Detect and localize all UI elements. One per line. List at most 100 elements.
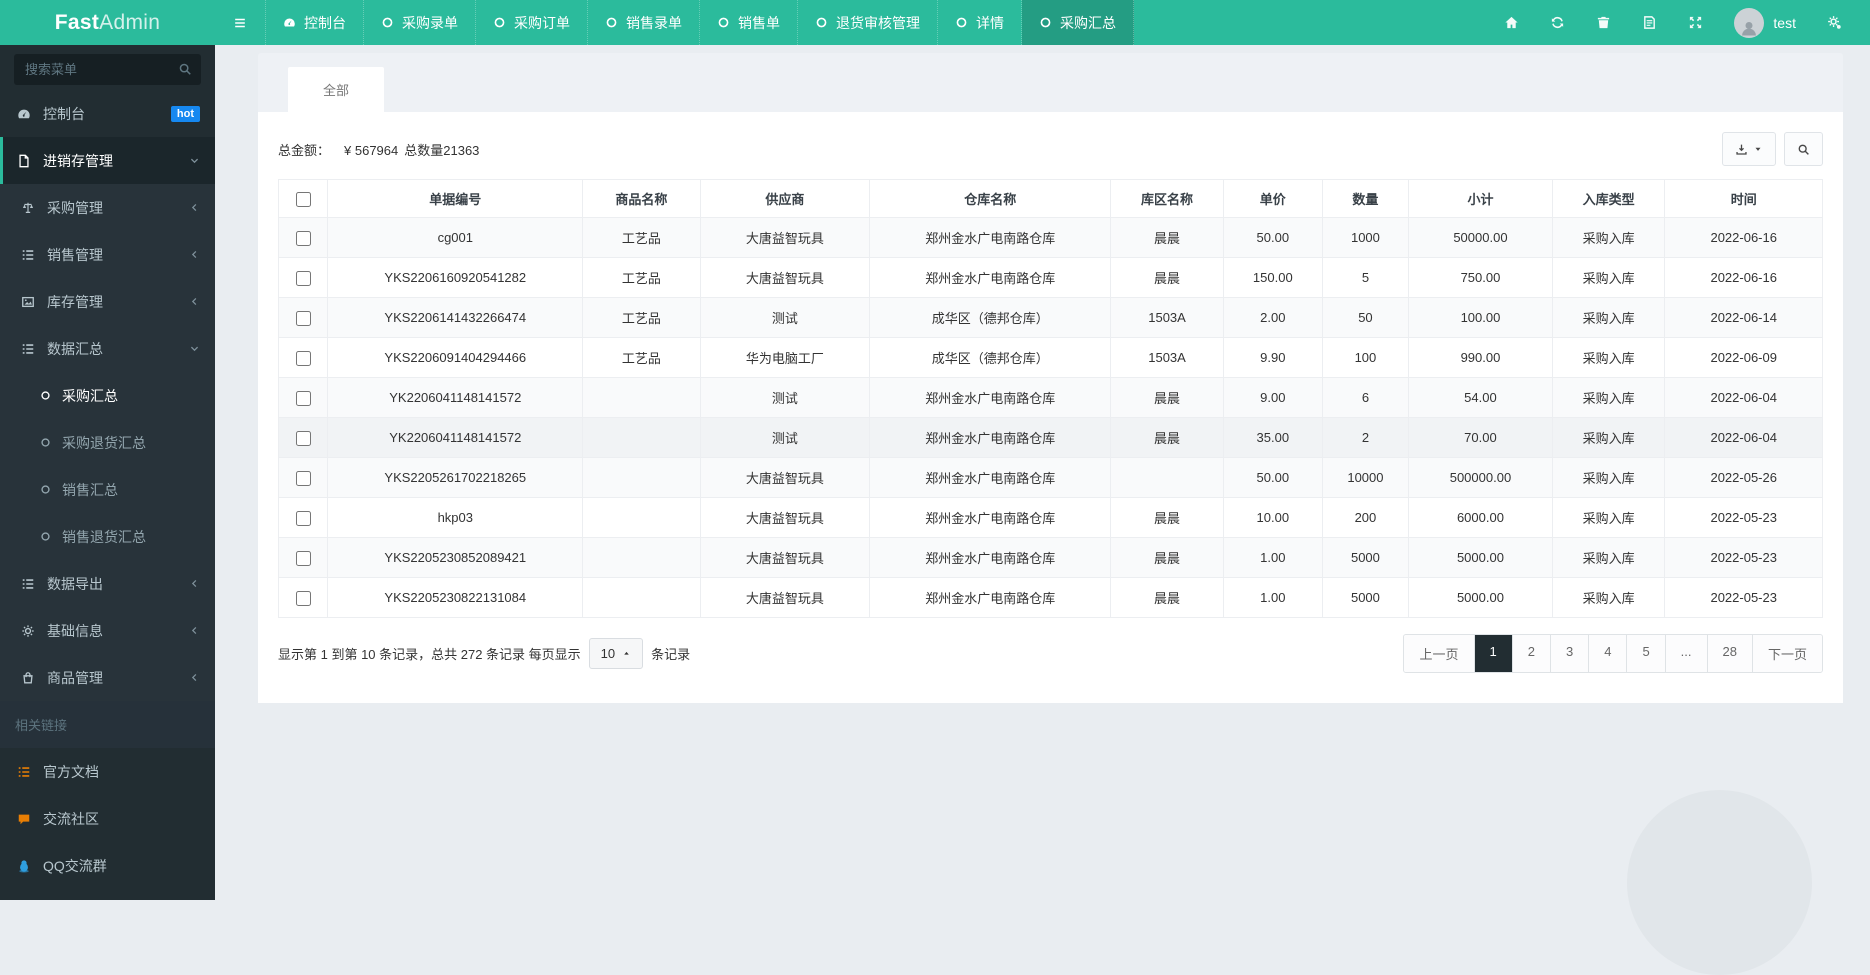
table-cell: 200 <box>1321 497 1410 538</box>
sidebar-item-销售退货汇总[interactable]: 销售退货汇总 <box>0 513 215 560</box>
table-cell: 50 <box>1321 297 1410 338</box>
page-number[interactable]: 1 <box>1473 635 1512 672</box>
page-number[interactable]: 5 <box>1626 635 1665 672</box>
table-row[interactable]: YKS2205230852089421 大唐益智玩具 郑州金水广电南路仓库 晨晨 1.0… <box>277 537 1823 578</box>
nav-tab[interactable]: 采购录单 <box>364 0 476 45</box>
table-cell: 郑州金水广电南路仓库 <box>869 537 1112 578</box>
table-row[interactable]: cg001 工艺品 大唐益智玩具 郑州金水广电南路仓库 晨晨 50.00 1000 50000… <box>277 217 1823 258</box>
table-row[interactable]: YKS2205261702218265 大唐益智玩具 郑州金水广电南路仓库 50.00… <box>277 457 1823 498</box>
pagination-info: 显示第 1 到第 10 条记录，总共 272 条记录 每页显示 10 条记录 <box>278 638 690 669</box>
sidebar-item-采购退货汇总[interactable]: 采购退货汇总 <box>0 419 215 466</box>
trash-icon[interactable] <box>1596 15 1611 30</box>
sidebar-toggle-button[interactable] <box>215 0 265 45</box>
column-header[interactable]: 小计 <box>1408 179 1553 218</box>
sidebar-item-采购汇总[interactable]: 采购汇总 <box>0 372 215 419</box>
sidebar-item-商品管理[interactable]: 商品管理 <box>0 654 215 701</box>
nav-tab[interactable]: 详情 <box>938 0 1022 45</box>
page-number[interactable]: 28 <box>1706 635 1752 672</box>
sidebar-item-交流社区[interactable]: 交流社区 <box>0 795 215 842</box>
page-prev-button[interactable]: 上一页 <box>1404 635 1474 672</box>
nav-tab[interactable]: 采购订单 <box>476 0 588 45</box>
row-checkbox[interactable] <box>295 390 311 406</box>
sidebar-item-官方文档[interactable]: 官方文档 <box>0 748 215 795</box>
fullscreen-icon[interactable] <box>1688 15 1703 30</box>
circle-icon <box>39 390 52 401</box>
app-logo[interactable]: Fast Admin <box>0 0 215 45</box>
sidebar-item-数据汇总[interactable]: 数据汇总 <box>0 325 215 372</box>
nav-tab[interactable]: 销售单 <box>700 0 798 45</box>
sidebar-item-采购管理[interactable]: 采购管理 <box>0 184 215 231</box>
table-row[interactable]: YKS2206160920541282 工艺品 大唐益智玩具 郑州金水广电南路仓库 晨晨… <box>277 257 1823 298</box>
table-cell: 2022-06-04 <box>1664 417 1823 458</box>
row-checkbox[interactable] <box>295 270 311 286</box>
export-button[interactable] <box>1722 132 1776 166</box>
column-header[interactable]: 商品名称 <box>582 179 701 218</box>
table-row[interactable]: YKS2205230822131084 大唐益智玩具 郑州金水广电南路仓库 晨晨 1.0… <box>277 577 1823 618</box>
page-number[interactable]: 2 <box>1511 635 1550 672</box>
page-number[interactable]: 3 <box>1549 635 1589 672</box>
gauge-icon <box>283 16 296 29</box>
sidebar-item-QQ交流群[interactable]: QQ交流群 <box>0 842 215 889</box>
nav-tab[interactable]: 控制台 <box>265 0 364 45</box>
logo-light: Admin <box>99 10 161 34</box>
nav-tab[interactable]: 销售录单 <box>588 0 700 45</box>
row-checkbox[interactable] <box>295 510 311 526</box>
row-checkbox[interactable] <box>295 310 311 326</box>
settings-gear-icon[interactable] <box>1827 15 1842 30</box>
menu-item-label: 销售管理 <box>47 246 103 263</box>
column-header[interactable]: 库区名称 <box>1110 179 1224 218</box>
row-checkbox[interactable] <box>295 430 311 446</box>
menu-search-input[interactable] <box>14 54 201 85</box>
page-number[interactable]: 4 <box>1588 635 1627 672</box>
table-row[interactable]: YKS2206141432266474 工艺品 测试 成华区（德邦仓库） 1503A 2.… <box>277 297 1823 338</box>
sidebar-item-进销存管理[interactable]: 进销存管理 <box>0 137 215 184</box>
page-size-select[interactable]: 10 <box>588 638 644 669</box>
sidebar-item-数据导出[interactable]: 数据导出 <box>0 560 215 607</box>
column-header[interactable]: 入库类型 <box>1551 179 1666 218</box>
sidebar-item-库存管理[interactable]: 库存管理 <box>0 278 215 325</box>
column-header[interactable]: 单价 <box>1222 179 1323 218</box>
sidebar-item-基础信息[interactable]: 基础信息 <box>0 607 215 654</box>
nav-tab[interactable]: 退货审核管理 <box>798 0 938 45</box>
column-header[interactable]: 数量 <box>1321 179 1410 218</box>
table-cell: YK2206041148141572 <box>327 417 584 458</box>
total-amount-value: ¥ 567964 <box>344 142 399 158</box>
column-header[interactable]: 时间 <box>1664 179 1823 218</box>
sidebar-item-销售管理[interactable]: 销售管理 <box>0 231 215 278</box>
table-cell <box>582 417 701 458</box>
column-header[interactable]: 单据编号 <box>327 179 584 218</box>
user-menu[interactable]: test <box>1734 7 1796 38</box>
tab-all[interactable]: 全部 <box>288 67 385 112</box>
table-cell: 采购入库 <box>1551 337 1666 378</box>
sidebar-item-控制台[interactable]: 控制台 hot <box>0 90 215 137</box>
column-header[interactable]: 仓库名称 <box>869 179 1112 218</box>
table-row[interactable]: hkp03 大唐益智玩具 郑州金水广电南路仓库 晨晨 10.00 200 6000.00 采购… <box>277 497 1823 538</box>
sidebar-item-销售汇总[interactable]: 销售汇总 <box>0 466 215 513</box>
search-icon <box>178 62 192 76</box>
home-icon[interactable] <box>1504 15 1519 30</box>
select-all-checkbox[interactable] <box>295 191 311 207</box>
sidebar-menu: 控制台 hot 进销存管理 采购管理销售管理库存管理 数据汇总 采购汇总采购退货汇总销售汇… <box>0 90 215 889</box>
refresh-icon[interactable] <box>1550 15 1565 30</box>
table-cell: cg001 <box>327 217 584 258</box>
table-row[interactable]: YK2206041148141572 测试 郑州金水广电南路仓库 晨晨 35.00 2 70… <box>277 417 1823 458</box>
row-select-cell <box>277 257 329 298</box>
export-icon <box>1735 143 1748 156</box>
row-checkbox[interactable] <box>295 470 311 486</box>
menu-item-label: 采购退货汇总 <box>62 434 146 451</box>
table-row[interactable]: YK2206041148141572 测试 郑州金水广电南路仓库 晨晨 9.00 6 54.… <box>277 377 1823 418</box>
search-button[interactable] <box>1784 132 1823 166</box>
table-row[interactable]: YKS2206091404294466 工艺品 华为电脑工厂 成华区（德邦仓库） 150… <box>277 337 1823 378</box>
row-checkbox[interactable] <box>295 550 311 566</box>
column-header[interactable]: 供应商 <box>699 179 871 218</box>
docs-icon[interactable] <box>1642 15 1657 30</box>
scale-icon <box>19 201 37 215</box>
page-next-button[interactable]: 下一页 <box>1751 635 1822 672</box>
row-checkbox[interactable] <box>295 350 311 366</box>
table-cell: 采购入库 <box>1551 457 1666 498</box>
nav-tab[interactable]: 采购汇总 <box>1022 0 1134 45</box>
row-checkbox[interactable] <box>295 590 311 606</box>
row-checkbox[interactable] <box>295 230 311 246</box>
table-cell: 测试 <box>699 297 871 338</box>
table-cell: 50000.00 <box>1408 217 1553 258</box>
